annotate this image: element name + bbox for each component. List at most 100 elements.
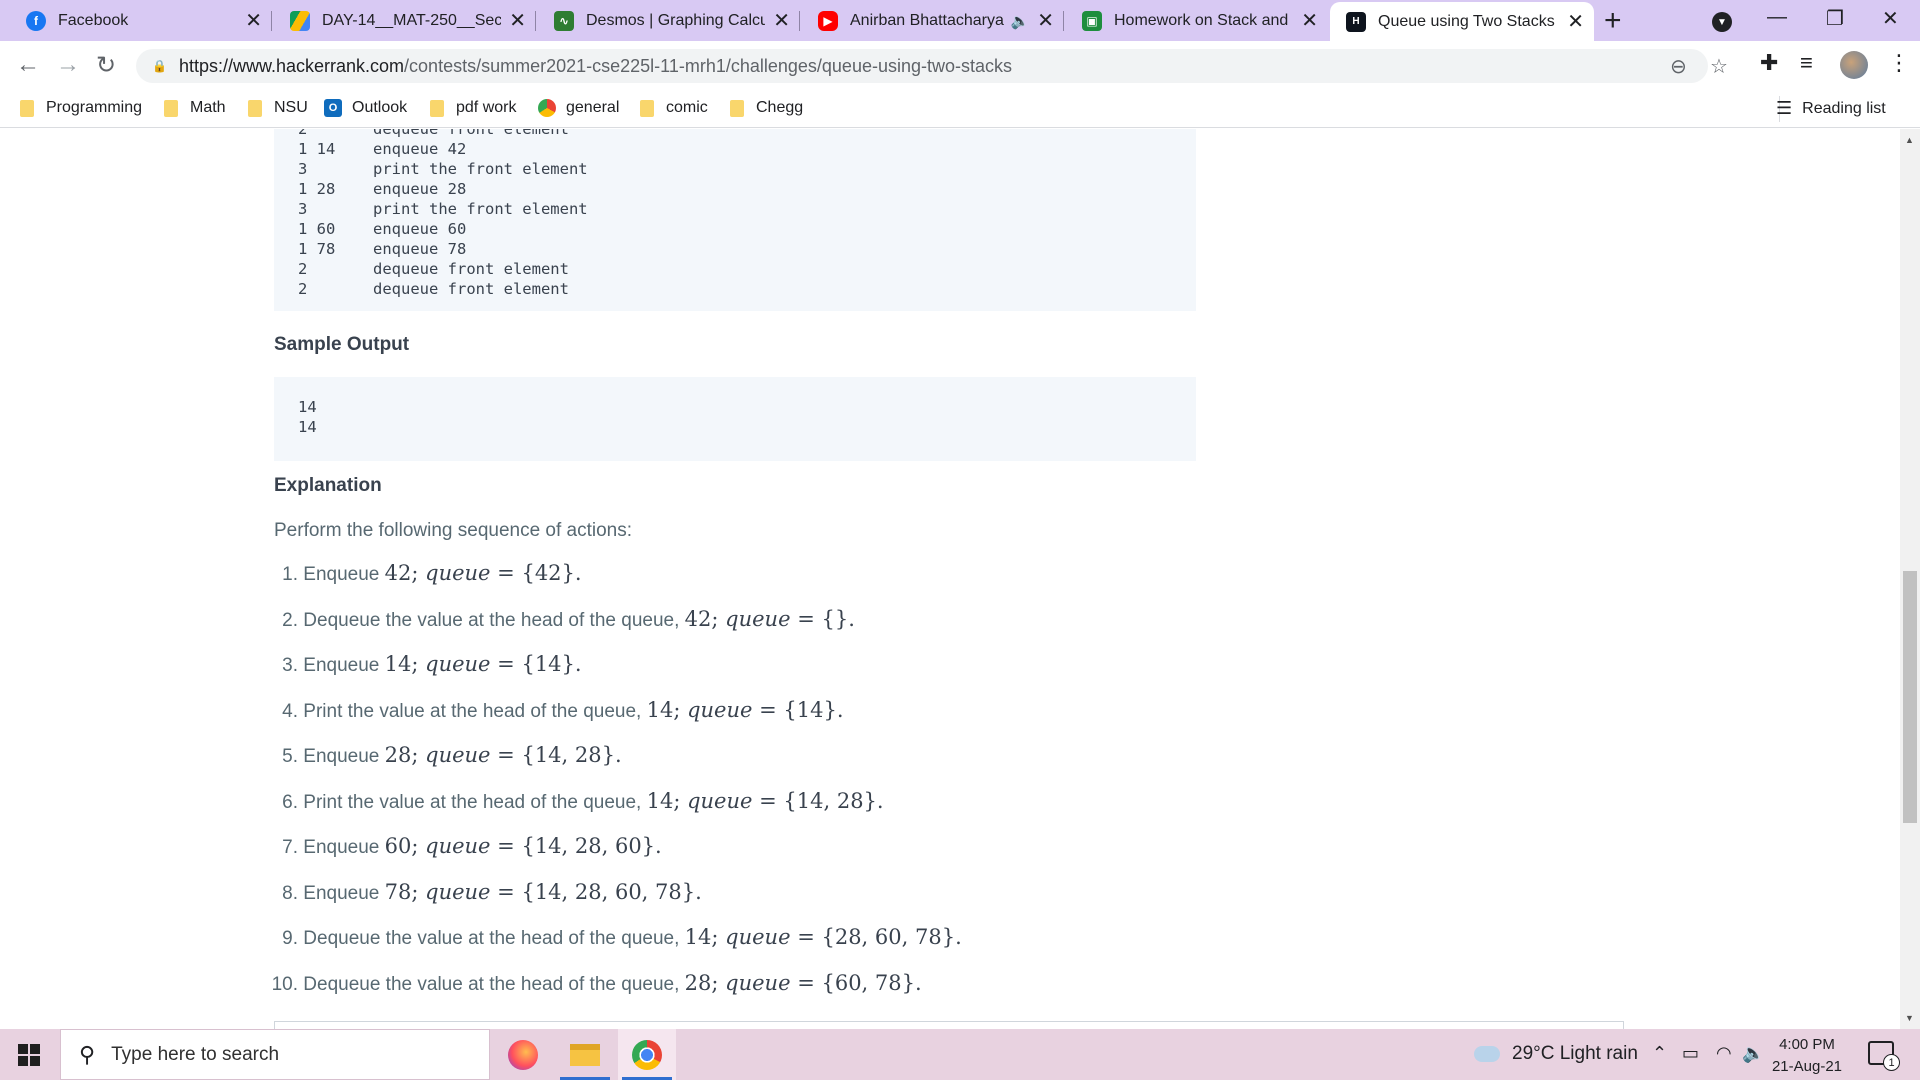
new-tab-button[interactable]: + [1604,4,1622,38]
step-period: . [574,561,582,585]
step-number: 5. [282,746,298,767]
bookmark-label: Outlook [352,99,408,116]
tab-google-drive[interactable]: DAY-14__MAT-250__Section ✕ [274,0,536,41]
zoom-icon[interactable]: ⊖ [1670,54,1687,79]
queue-variable: queue [425,879,491,904]
queue-state: {60, 78} [821,970,915,995]
notification-center-icon[interactable]: 1 [1868,1041,1900,1071]
input-description: print the front element [373,200,588,218]
close-icon[interactable]: ✕ [1567,9,1584,34]
equals-sign: = [490,652,522,676]
step-separator: ; [411,561,426,585]
step-text: Enqueue [303,837,385,858]
tab-desmos[interactable]: ∿ Desmos | Graphing Calculat ✕ [538,0,800,41]
bookmarks-bar: Programming Math NSU O Outlook pdf work g… [0,90,1920,128]
close-icon[interactable]: ✕ [773,8,790,33]
tab-title: Queue using Two Stacks | S [1378,12,1560,30]
folder-icon [248,99,262,117]
tab-title: Desmos | Graphing Calculat [586,11,766,29]
reading-list-button[interactable]: ☰ Reading list [1776,98,1886,119]
tab-google-classroom[interactable]: ▣ Homework on Stack and Qu ✕ [1066,0,1328,41]
close-icon[interactable]: ✕ [1037,8,1054,33]
step-separator: ; [411,743,426,767]
bookmark-math[interactable]: Math [164,99,226,117]
step-value: 14 [646,788,674,813]
input-value: 1 14 [298,140,336,158]
input-description: enqueue 28 [373,180,467,198]
profile-avatar[interactable] [1840,51,1868,79]
taskbar-search-box[interactable]: ⚲ Type here to search [60,1029,490,1080]
menu-dots-icon[interactable]: ⋮ [1888,50,1910,76]
tab-facebook[interactable]: f Facebook ✕ [10,0,272,41]
lock-icon[interactable]: 🔒 [152,59,167,73]
bookmark-star-icon[interactable]: ☆ [1710,54,1728,79]
folder-icon [730,99,744,117]
step-number: 9. [282,928,298,949]
folder-icon [640,99,654,117]
forward-arrow-icon[interactable]: → [56,51,80,79]
step-value: 78 [384,879,412,904]
tab-search-icon[interactable]: ▼ [1712,12,1732,32]
equals-sign: = [790,925,822,949]
step-value: 42 [684,606,712,631]
speaker-icon[interactable]: 🔈 [1011,12,1030,30]
extensions-icon[interactable]: ✚ [1760,50,1778,76]
file-explorer-taskbar-button[interactable] [556,1029,614,1080]
bookmark-outlook[interactable]: O Outlook [324,99,407,117]
windows-start-icon[interactable] [18,1044,40,1066]
tab-hackerrank-active[interactable]: H Queue using Two Stacks | S ✕ [1330,2,1594,41]
bookmark-label: pdf work [456,99,517,116]
step-period: . [914,970,922,995]
step-text: Dequeue the value at the head of the que… [303,973,685,995]
scroll-down-arrow-icon[interactable]: ▼ [1905,1013,1914,1023]
bookmark-general[interactable]: general [538,99,619,117]
equals-sign: = [490,561,522,585]
bookmark-chegg[interactable]: Chegg [730,99,803,117]
firefox-taskbar-button[interactable] [494,1029,552,1080]
close-icon[interactable]: ✕ [509,8,526,33]
bookmark-nsu[interactable]: NSU [248,99,308,117]
close-icon[interactable]: ✕ [245,8,262,33]
reading-list-icon: ☰ [1776,98,1793,118]
close-icon[interactable]: ✕ [1301,8,1318,33]
url-text[interactable]: https://www.hackerrank.com/contests/summ… [179,56,1012,77]
scroll-up-arrow-icon[interactable]: ▲ [1905,135,1914,145]
wifi-icon[interactable]: ◠ [1716,1043,1732,1064]
battery-icon[interactable]: ▭ [1682,1043,1699,1064]
window-close-icon[interactable]: ✕ [1882,6,1899,31]
volume-icon[interactable]: 🔈 [1742,1043,1764,1064]
reload-icon[interactable]: ↻ [96,51,116,80]
address-bar[interactable]: 🔒 https://www.hackerrank.com/contests/su… [136,49,1728,83]
reading-list-label: Reading list [1802,99,1886,117]
step-separator: ; [711,925,726,949]
weather-widget[interactable]: 29°C Light rain [1474,1043,1638,1065]
media-control-icon[interactable]: ≡ [1800,50,1813,76]
chrome-taskbar-button[interactable] [618,1029,676,1080]
folder-icon [430,99,444,117]
equals-sign: = [490,743,522,767]
queue-variable: queue [725,925,791,949]
bookmark-comic[interactable]: comic [640,99,708,117]
chevron-up-icon[interactable]: ⌃ [1652,1043,1667,1064]
restore-icon[interactable]: ❐ [1826,6,1844,31]
queue-state: {14, 28} [521,743,615,767]
scrollbar-thumb[interactable] [1903,571,1917,823]
input-value: 3 [298,160,308,178]
classroom-icon: ▣ [1082,10,1102,31]
firefox-icon [508,1039,538,1070]
sample-output-block: 14 14 [274,377,1196,461]
page-scrollbar[interactable]: ▲ ▼ [1900,129,1920,1029]
step-number: 8. [282,882,298,904]
bookmark-pdf-work[interactable]: pdf work [430,99,516,117]
system-clock[interactable]: 4:00 PM 21-Aug-21 [1770,1034,1844,1078]
minimize-icon[interactable]: — [1767,6,1787,29]
step-value: 42 [384,561,412,585]
explanation-heading: Explanation [274,475,382,496]
facebook-icon: f [26,10,46,31]
step-number: 3. [282,655,298,676]
bookmark-programming[interactable]: Programming [20,99,142,117]
queue-variable: queue [425,743,491,767]
back-arrow-icon[interactable]: ← [16,51,40,79]
search-icon: ⚲ [79,1041,96,1067]
tab-youtube[interactable]: ▶ Anirban Bhattacharya R 🔈 ✕ [802,0,1064,41]
